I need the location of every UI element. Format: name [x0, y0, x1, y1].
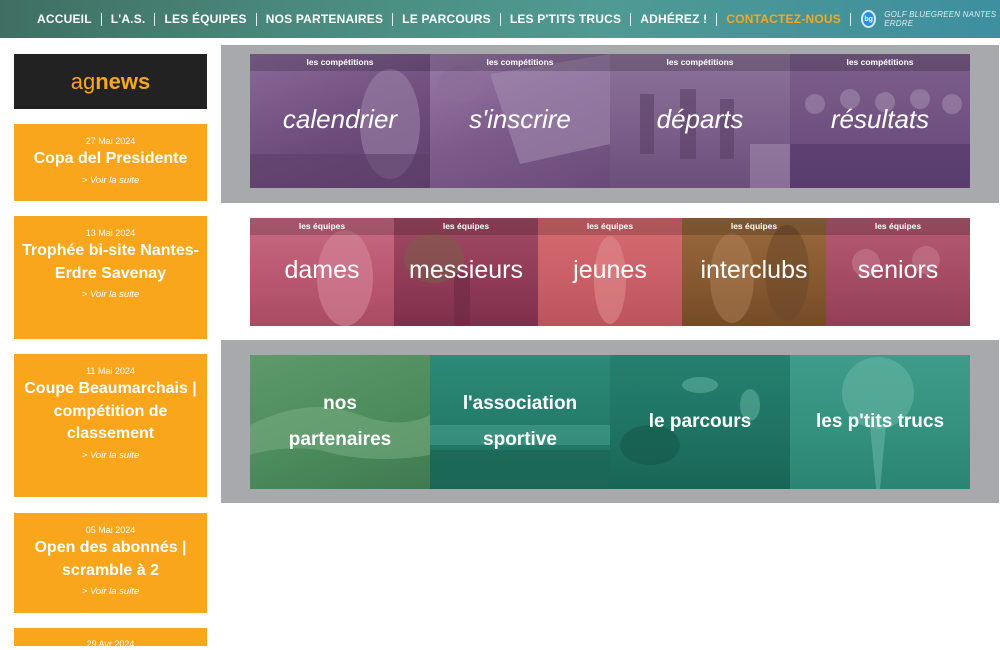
tile-label-line1: nos [323, 393, 357, 414]
tile-tag: les compétitions [610, 54, 790, 71]
tile-label: le parcours [610, 404, 790, 440]
news-title: Trophée bi-site Nantes-Erdre Savenay [22, 242, 199, 282]
tile-tag: les compétitions [790, 54, 970, 71]
tile-label: seniors [857, 256, 939, 284]
tile-label: dames [284, 256, 360, 284]
tile-partenaires[interactable]: nos partenaires [250, 355, 430, 489]
news-title: Open des abonnés | scramble à 2 [34, 539, 187, 579]
nav-contact[interactable]: CONTACTEZ-NOUS [717, 12, 851, 26]
tile-label: jeunes [573, 256, 647, 284]
brand-link[interactable]: bg GOLF BLUEGREEN NANTES ERDRE [860, 10, 1000, 28]
tile-label-line1: l'association [462, 393, 578, 414]
competitions-tiles: les compétitions calendrier les compétit… [250, 54, 970, 188]
nav-parcours[interactable]: LE PARCOURS [393, 12, 501, 26]
news-card[interactable]: 29 Avr 2024 [14, 628, 207, 649]
tile-resultats[interactable]: les compétitions résultats [790, 54, 970, 188]
news-card[interactable]: 27 Mai 2024 Copa del Presidente > Voir l… [14, 124, 207, 201]
tile-calendrier[interactable]: les compétitions calendrier [250, 54, 430, 188]
tile-tag: les équipes [538, 218, 682, 235]
nav-as[interactable]: L'A.S. [102, 12, 156, 26]
agnews-header: ag news [14, 54, 207, 109]
tile-association[interactable]: l'association sportive [430, 355, 610, 489]
bluegreen-logo-icon: bg [860, 10, 877, 28]
agnews-prefix: ag [70, 68, 96, 94]
news-read-more-link[interactable]: > Voir la suite [14, 450, 207, 462]
tile-label: résultats [830, 104, 930, 134]
tile-tag: les compétitions [430, 54, 610, 71]
tile-seniors[interactable]: les équipes seniors [826, 218, 970, 326]
tile-label: messieurs [409, 256, 523, 284]
nav-partenaires[interactable]: NOS PARTENAIRES [257, 12, 394, 26]
agnews-suffix: news [95, 68, 151, 94]
tile-parcours[interactable]: le parcours [610, 355, 790, 489]
tile-label: interclubs [700, 256, 808, 284]
tile-label: s'inscrire [469, 104, 571, 134]
nav-equipes[interactable]: LES ÉQUIPES [155, 12, 257, 26]
teams-tiles: les équipes dames les équipes messieurs … [250, 218, 970, 326]
top-navigation: ACCUEIL L'A.S. LES ÉQUIPES NOS PARTENAIR… [0, 0, 1000, 38]
tile-label: nos partenaires [250, 386, 430, 458]
tile-ptits-trucs[interactable]: les p'tits trucs [790, 355, 970, 489]
tile-tag: les équipes [682, 218, 826, 235]
news-date: 13 Mai 2024 [85, 228, 136, 238]
tile-jeunes[interactable]: les équipes jeunes [538, 218, 682, 326]
tile-messieurs[interactable]: les équipes messieurs [394, 218, 538, 326]
tile-label: calendrier [282, 104, 398, 134]
tile-label-line1: les p'tits trucs [815, 411, 945, 432]
tile-label-line2: partenaires [288, 429, 392, 450]
news-date: 05 Mai 2024 [85, 525, 136, 535]
news-card[interactable]: 11 Mai 2024 Coupe Beaumarchais | compéti… [14, 354, 207, 497]
news-date: 11 Mai 2024 [86, 366, 135, 376]
nav-accueil[interactable]: ACCUEIL [28, 12, 102, 26]
tile-sinscrire[interactable]: les compétitions s'inscrire [430, 54, 610, 188]
news-card[interactable]: 05 Mai 2024 Open des abonnés | scramble … [14, 513, 207, 613]
news-date: 27 Mai 2024 [85, 136, 136, 146]
news-title: Coupe Beaumarchais | compétition de clas… [24, 380, 197, 442]
tile-tag: les compétitions [250, 54, 430, 71]
news-read-more-link[interactable]: > Voir la suite [14, 586, 207, 598]
tile-label: les p'tits trucs [790, 404, 970, 440]
news-date: 29 Avr 2024 [86, 639, 135, 649]
tile-label-line2: sportive [483, 429, 557, 450]
tile-label: départs [656, 104, 744, 134]
news-title: Copa del Presidente [33, 150, 188, 167]
brand-text: GOLF BLUEGREEN NANTES ERDRE [884, 10, 997, 28]
news-read-more-link[interactable]: > Voir la suite [14, 289, 207, 301]
links-tiles: nos partenaires l'association sportive l… [250, 355, 970, 489]
news-read-more-link[interactable]: > Voir la suite [14, 175, 207, 187]
news-card[interactable]: 13 Mai 2024 Trophée bi-site Nantes-Erdre… [14, 216, 207, 339]
tile-dames[interactable]: les équipes dames [250, 218, 394, 326]
tile-tag: les équipes [394, 218, 538, 235]
tile-label-line1: le parcours [648, 411, 752, 432]
nav-ptits-trucs[interactable]: LES P'TITS TRUCS [501, 12, 632, 26]
tile-tag: les équipes [250, 218, 394, 235]
tile-tag: les équipes [826, 218, 970, 235]
tile-label: l'association sportive [430, 386, 610, 458]
tile-departs[interactable]: les compétitions départs [610, 54, 790, 188]
nav-adherez[interactable]: ADHÉREZ ! [631, 12, 718, 26]
tile-interclubs[interactable]: les équipes interclubs [682, 218, 826, 326]
